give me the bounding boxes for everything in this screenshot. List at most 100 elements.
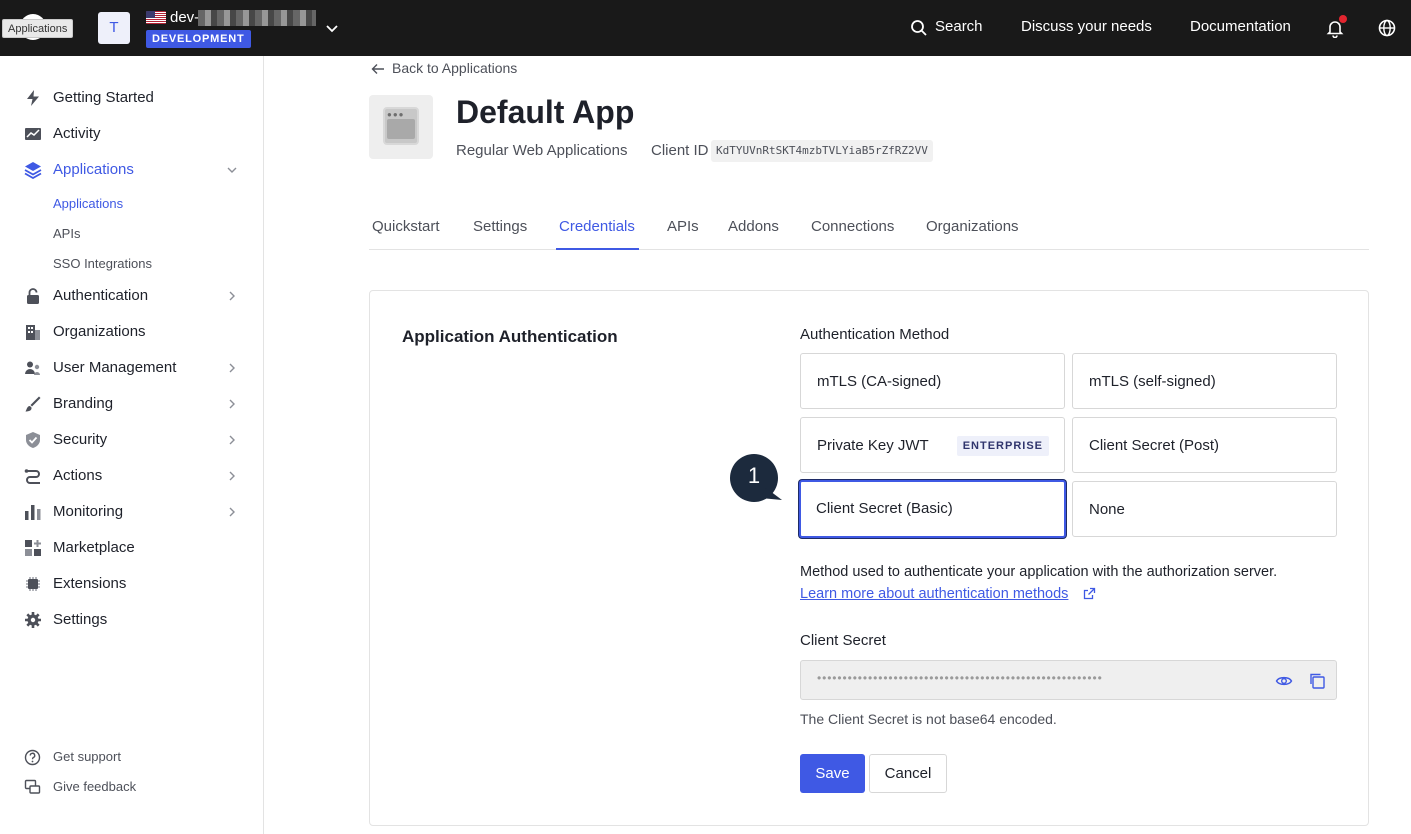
search-icon[interactable] [910,19,928,37]
sidebar-item-label: Applications [53,161,134,178]
sidebar-item-label: Branding [53,395,114,412]
sidebar-item-user-management[interactable]: User Management [0,350,263,386]
building-icon [26,325,40,340]
documentation-link[interactable]: Documentation [1190,18,1291,35]
external-link-icon[interactable] [1083,587,1096,600]
sidebar-item-label: Actions [53,467,103,484]
footer-item-label: Get support [53,749,121,764]
discuss-needs-link[interactable]: Discuss your needs [1021,18,1152,35]
option-label: Client Secret (Basic) [816,500,953,517]
chevron-right-icon[interactable] [226,398,238,410]
sidebar-item-label: Marketplace [53,539,135,556]
option-label: None [1089,501,1125,518]
sidebar-item-monitoring[interactable]: Monitoring [0,494,263,530]
sidebar-item-label: Security [53,431,108,448]
learn-more-auth-methods-link[interactable]: Learn more about authentication methods [800,586,1068,602]
save-button[interactable]: Save [800,754,865,793]
chevron-right-icon[interactable] [226,434,238,446]
option-label: mTLS (CA-signed) [817,373,942,390]
sidebar-subitem-applications[interactable]: Applications [53,196,123,211]
actions-flow-icon [24,469,40,484]
tab-quickstart[interactable]: Quickstart [372,218,440,235]
auth-option-mtls-ca-signed[interactable]: mTLS (CA-signed) [800,353,1065,409]
tab-connections[interactable]: Connections [811,218,894,235]
tenant-name[interactable]: dev- [170,9,199,26]
sidebar-item-actions[interactable]: Actions [0,458,263,494]
application-authentication-card: Application Authentication Authenticatio… [369,290,1369,826]
step-number: 1 [747,463,761,488]
client-secret-field[interactable]: ••••••••••••••••••••••••••••••••••••••••… [800,660,1337,700]
sidebar-item-label: Monitoring [53,503,124,520]
auth-option-mtls-self-signed[interactable]: mTLS (self-signed) [1072,353,1337,409]
sidebar-item-extensions[interactable]: Extensions [0,566,263,602]
top-navigation-bar: Applications T dev- DEVELOPMENT Search D… [0,0,1411,56]
back-link-label: Back to Applications [392,60,518,76]
tenant-avatar[interactable]: T [98,12,130,44]
eye-icon[interactable] [1275,672,1293,690]
search-link[interactable]: Search [935,18,983,35]
auth-option-client-secret-basic[interactable]: Client Secret (Basic) [799,480,1066,538]
tab-settings[interactable]: Settings [473,218,527,235]
layers-icon [24,162,42,179]
option-label: mTLS (self-signed) [1089,373,1216,390]
sidebar-item-security[interactable]: Security [0,422,263,458]
globe-icon[interactable] [1377,18,1397,38]
sidebar-item-activity[interactable]: Activity [0,116,263,152]
sidebar-item-label: Getting Started [53,89,154,106]
sidebar-item-organizations[interactable]: Organizations [0,314,263,350]
sidebar-item-getting-started[interactable]: Getting Started [0,80,263,116]
chevron-down-icon[interactable] [324,20,340,36]
get-support-link[interactable]: Get support [0,743,263,771]
arrow-left-icon [371,64,384,74]
us-flag-icon [146,11,166,24]
environment-badge: DEVELOPMENT [146,30,251,48]
client-id-label: Client ID [651,142,709,159]
grid-plus-icon [25,540,41,556]
section-title: Application Authentication [402,327,618,346]
auth-option-client-secret-post[interactable]: Client Secret (Post) [1072,417,1337,473]
authentication-method-label: Authentication Method [800,326,950,343]
extension-icon [26,577,40,591]
enterprise-badge: ENTERPRISE [956,436,1049,456]
shield-check-icon [26,432,40,448]
page-title: Default App [456,94,635,130]
option-label: Client Secret (Post) [1089,437,1220,454]
tab-apis[interactable]: APIs [667,218,699,235]
chevron-right-icon[interactable] [226,506,238,518]
tab-addons[interactable]: Addons [728,218,779,235]
copy-icon[interactable] [1308,672,1326,690]
sidebar-item-settings[interactable]: Settings [0,602,263,638]
sidebar-item-authentication[interactable]: Authentication [0,278,263,314]
give-feedback-link[interactable]: Give feedback [0,773,263,801]
users-icon [25,361,40,375]
chevron-right-icon[interactable] [226,362,238,374]
sidebar-subitem-sso-integrations[interactable]: SSO Integrations [53,256,152,271]
client-id-value[interactable]: KdTYUVnRtSKT4mzbTVLYiaB5rZfRZ2VV [711,140,933,162]
client-secret-masked: ••••••••••••••••••••••••••••••••••••••••… [817,671,1103,685]
sidebar-item-branding[interactable]: Branding [0,386,263,422]
gear-icon [25,612,41,628]
sidebar-item-label: Extensions [53,575,127,592]
tab-organizations[interactable]: Organizations [926,218,1019,235]
feedback-icon [24,779,41,794]
auth-option-private-key-jwt[interactable]: Private Key JWT ENTERPRISE [800,417,1065,473]
application-icon: ●●● [369,95,433,159]
chevron-right-icon[interactable] [226,470,238,482]
sidebar-subitem-apis[interactable]: APIs [53,226,80,241]
sidebar-item-label: Activity [53,125,101,142]
auth-option-none[interactable]: None [1072,481,1337,537]
sidebar-item-label: User Management [53,359,177,376]
tab-credentials[interactable]: Credentials [559,218,635,235]
chevron-right-icon[interactable] [226,290,238,302]
lightning-icon [27,90,39,106]
notification-dot [1339,15,1347,23]
client-secret-note: The Client Secret is not base64 encoded. [800,711,1057,727]
cancel-button[interactable]: Cancel [869,754,947,793]
application-tabs: Quickstart Settings Credentials APIs Add… [369,214,1369,250]
sidebar-item-marketplace[interactable]: Marketplace [0,530,263,566]
sidebar-item-applications[interactable]: Applications [0,152,263,188]
activity-chart-icon [25,128,41,140]
tenant-name-redacted [198,10,316,26]
help-circle-icon [24,749,41,766]
chevron-down-icon[interactable] [226,164,238,176]
